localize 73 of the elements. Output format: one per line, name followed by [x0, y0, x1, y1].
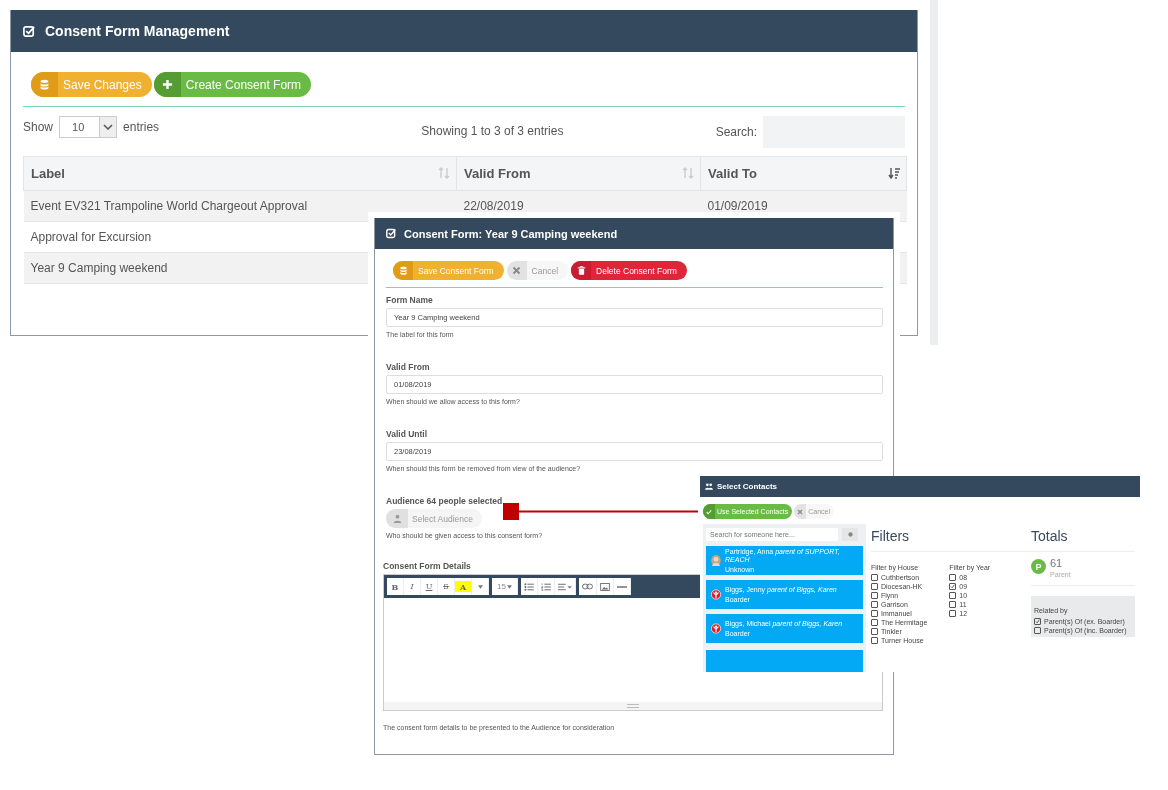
field-label: Audience 64 people selected	[386, 496, 503, 506]
search-label: Search:	[715, 125, 757, 139]
entries-info: Showing 1 to 3 of 3 entries	[421, 124, 564, 138]
checkbox[interactable]	[871, 583, 878, 590]
column-header[interactable]: Valid To	[700, 156, 907, 191]
table-cell: Approval for Excursion	[30, 230, 152, 244]
entries-label: entries	[123, 120, 160, 134]
chevron-down-icon	[103, 124, 114, 130]
panel-title: Consent Form: Year 9 Camping weekend	[404, 227, 618, 240]
checkbox[interactable]	[871, 637, 878, 644]
cancel-button[interactable]: Cancel	[506, 261, 569, 280]
checkbox[interactable]	[1034, 627, 1041, 634]
checkbox[interactable]	[949, 574, 957, 581]
close-icon	[797, 508, 804, 515]
entries-select[interactable]: 10	[59, 116, 118, 138]
checkbox-icon	[386, 228, 397, 239]
align-left-icon	[557, 582, 572, 591]
field-label: Valid Until	[386, 429, 428, 439]
checkbox[interactable]	[949, 592, 957, 599]
checkbox[interactable]	[949, 583, 957, 590]
check-icon	[706, 508, 712, 515]
panel-title: Consent Form Management	[45, 23, 230, 39]
select-audience-button[interactable]: Select Audience	[386, 509, 482, 528]
checkbox[interactable]	[1034, 618, 1041, 625]
database-icon	[398, 266, 408, 275]
close-icon	[512, 266, 522, 275]
panel-title: Select Contacts	[717, 482, 778, 491]
bold-button[interactable]: B	[387, 578, 404, 595]
checkbox[interactable]	[871, 601, 878, 608]
person-avatar-icon	[711, 555, 721, 567]
image-icon	[599, 582, 610, 591]
caret-icon	[506, 584, 512, 589]
field-label: Form Name	[386, 295, 433, 305]
checkbox[interactable]	[871, 628, 878, 635]
checkbox[interactable]	[871, 610, 878, 617]
field-label: Valid From	[386, 362, 430, 372]
section-title: Filters	[871, 528, 911, 544]
checkbox[interactable]	[871, 619, 878, 626]
checkbox[interactable]	[871, 592, 878, 599]
horizontal-line-icon	[616, 584, 627, 589]
field-label: Consent Form Details	[383, 561, 471, 571]
numbered-list-icon	[540, 582, 551, 591]
link-button[interactable]	[578, 578, 597, 595]
database-icon	[39, 79, 50, 90]
search-button[interactable]	[842, 528, 858, 541]
bullet-list-icon	[523, 582, 534, 591]
parent-badge: P	[1031, 559, 1046, 574]
user-icon	[392, 514, 402, 523]
total-count: 61	[1050, 557, 1064, 569]
column-header[interactable]: Label	[23, 156, 457, 191]
plus-icon	[161, 79, 173, 90]
table-cell: 22/08/2019	[463, 199, 524, 213]
figure-logo-icon	[711, 589, 721, 601]
dot-icon	[847, 532, 853, 537]
checkbox-icon	[23, 24, 36, 38]
link-icon	[581, 583, 593, 590]
trash-icon	[576, 266, 586, 275]
table-cell: Event EV321 Trampoline World Chargeout Approval	[30, 199, 308, 213]
section-title: Totals	[1031, 528, 1069, 544]
column-header[interactable]: Valid From	[456, 156, 701, 191]
users-icon	[705, 483, 713, 490]
delete-button[interactable]: Delete Consent Form	[571, 261, 687, 280]
bullet-list-button[interactable]	[520, 578, 538, 595]
show-label: Show	[23, 120, 54, 134]
highlight-button[interactable]: A	[455, 578, 472, 595]
caret-icon	[477, 584, 483, 589]
checkbox[interactable]	[871, 574, 878, 581]
table-cell: 01/09/2019	[707, 199, 768, 213]
figure-logo-icon	[711, 623, 721, 635]
size-button[interactable]: 15	[492, 578, 518, 595]
checkbox[interactable]	[949, 601, 957, 608]
checkbox[interactable]	[949, 610, 957, 617]
table-cell: Year 9 Camping weekend	[30, 261, 168, 275]
